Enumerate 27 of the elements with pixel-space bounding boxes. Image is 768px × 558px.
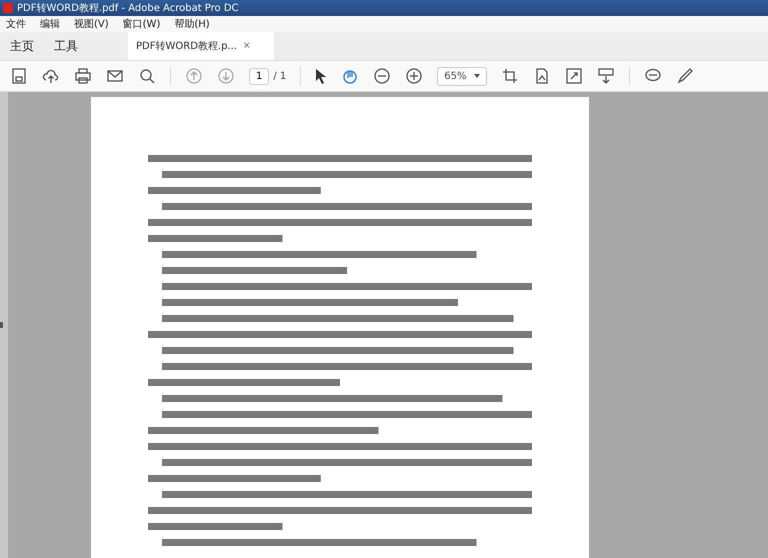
menu-item[interactable]: 编辑 — [40, 17, 60, 31]
save-icon[interactable] — [10, 67, 28, 85]
search-icon[interactable] — [138, 67, 156, 85]
zoom-out-icon[interactable] — [373, 67, 392, 85]
zoom-dropdown[interactable]: 65% — [437, 66, 488, 86]
app-logo-icon — [3, 3, 13, 13]
crop-icon[interactable] — [501, 67, 520, 85]
zoom-in-icon[interactable] — [405, 67, 424, 85]
menu-item[interactable]: 文件 — [6, 17, 26, 31]
page-number-field[interactable]: 1 — [249, 68, 270, 84]
caret-icon — [474, 74, 480, 78]
nav-tab[interactable]: 工具 — [44, 32, 88, 60]
fullscreen-icon[interactable] — [565, 67, 584, 85]
document-tab-label: PDF转WORD教程.p... — [136, 40, 237, 53]
nav-tab[interactable]: 主页 — [0, 32, 44, 60]
menu-item[interactable]: 窗口(W) — [122, 17, 160, 31]
pen-icon[interactable] — [676, 67, 694, 85]
cloud-upload-icon[interactable] — [42, 67, 60, 85]
menu-item[interactable]: 帮助(H) — [174, 17, 210, 31]
document-tab[interactable]: PDF转WORD教程.p... × — [128, 32, 274, 60]
close-tab-button[interactable]: × — [242, 41, 250, 51]
page-total: / 1 — [273, 70, 286, 82]
print-icon[interactable] — [74, 67, 92, 85]
pointer-icon[interactable] — [315, 68, 328, 84]
window-title: PDF转WORD教程.pdf - Adobe Acrobat Pro DC — [17, 2, 239, 15]
panel-handle[interactable] — [0, 322, 3, 328]
menu-item[interactable]: 视图(V) — [74, 17, 109, 31]
